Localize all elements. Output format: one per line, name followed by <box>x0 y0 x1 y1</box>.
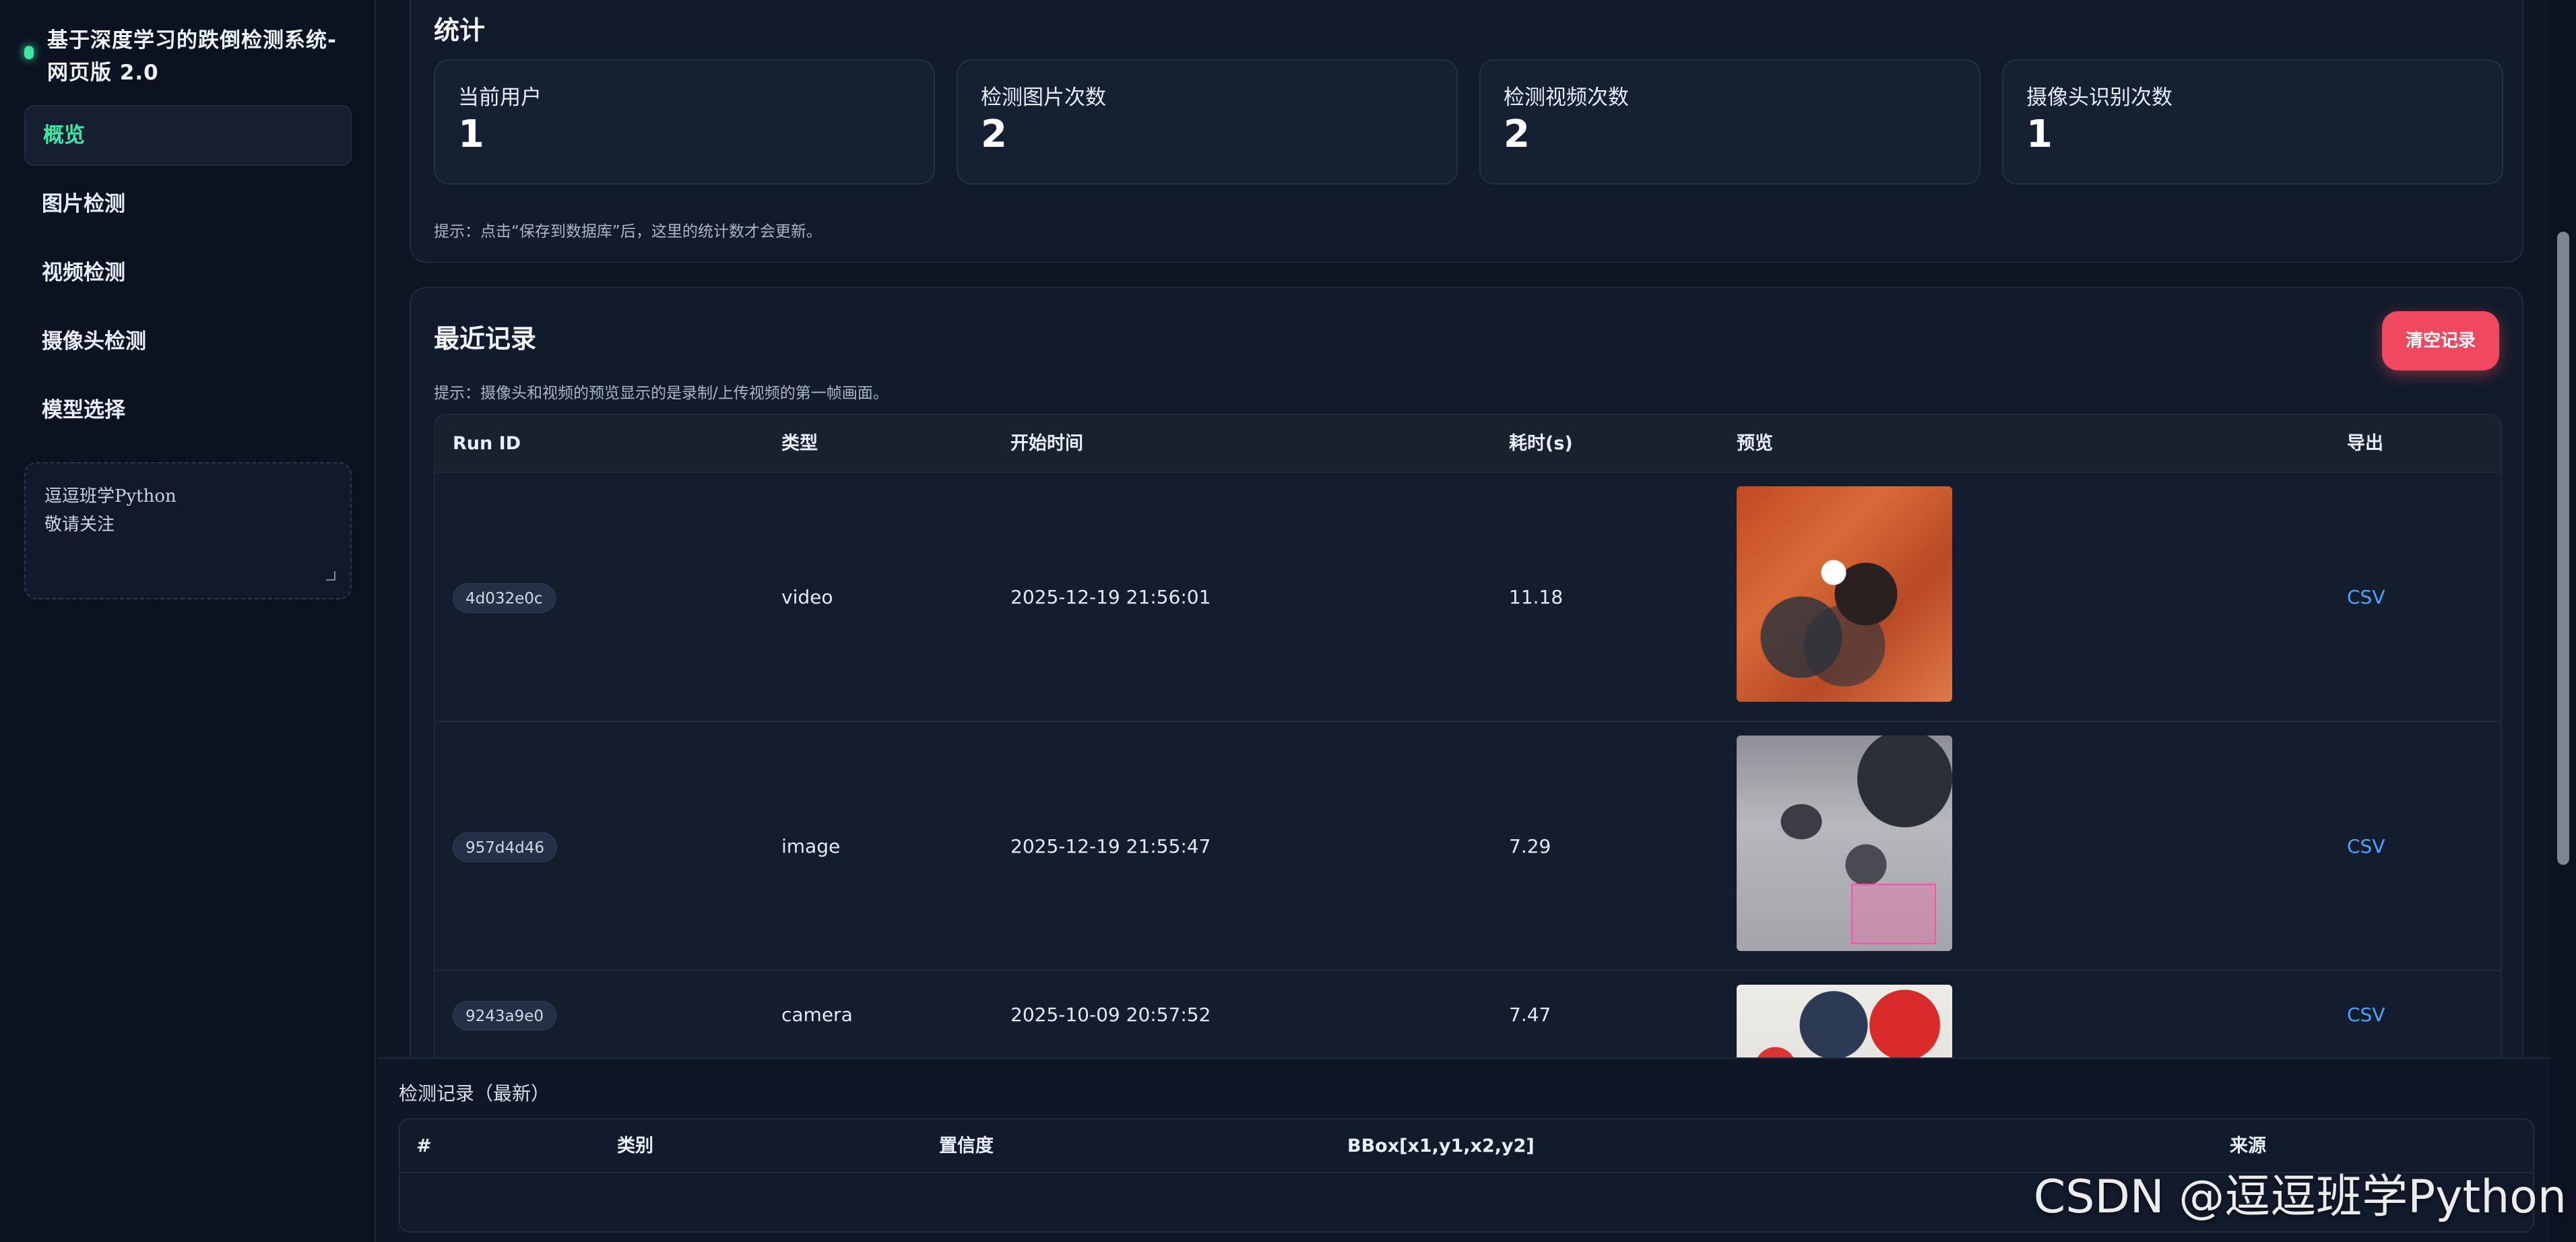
page-scrollbar[interactable] <box>2550 0 2576 1242</box>
detections-title: 检测记录（最新） <box>399 1082 550 1105</box>
stats-title: 统计 <box>434 15 486 45</box>
cell-start-time: 2025-12-19 21:56:01 <box>1010 586 1211 608</box>
records-card: 最近记录 清空记录 提示：摄像头和视频的预览显示的是录制/上传视频的第一帧画面。… <box>410 287 2523 1163</box>
watermark-text: CSDN @逗逗班学Python <box>2033 1171 2567 1224</box>
stat-label: 检测图片次数 <box>981 86 1106 110</box>
stats-hint: 提示：点击“保存到数据库”后，这里的统计数才会更新。 <box>434 223 822 240</box>
run-id-badge: 4d032e0c <box>453 583 556 613</box>
stat-value: 1 <box>458 112 484 156</box>
run-id-badge: 957d4d46 <box>453 832 557 862</box>
table-header: Run ID 类型 开始时间 耗时(s) 预览 导出 <box>435 415 2501 473</box>
notes-textarea[interactable] <box>44 482 331 583</box>
stat-label: 检测视频次数 <box>1504 86 1629 110</box>
records-table: Run ID 类型 开始时间 耗时(s) 预览 导出 4d032e0c vide… <box>434 414 2502 1161</box>
scrollbar-thumb[interactable] <box>2557 232 2569 865</box>
app-title: 基于深度学习的跌倒检测系统-网页版 2.0 <box>47 28 337 85</box>
col-run-id: Run ID <box>453 433 521 454</box>
export-csv-link[interactable]: CSV <box>2347 835 2385 857</box>
cell-type: image <box>781 835 841 857</box>
cell-type: camera <box>781 1004 853 1026</box>
col-confidence: 置信度 <box>939 1136 994 1156</box>
stat-video-count: 检测视频次数 2 <box>1479 59 1981 185</box>
cell-duration: 7.47 <box>1509 1004 1551 1026</box>
nav-item-overview[interactable]: 概览 <box>24 105 352 166</box>
cell-duration: 11.18 <box>1509 586 1564 608</box>
nav-item-image-detect[interactable]: 图片检测 <box>24 174 352 234</box>
resize-grip-icon[interactable] <box>326 571 335 581</box>
stat-current-user: 当前用户 1 <box>434 59 935 185</box>
table-row: 957d4d46 image 2025-12-19 21:55:47 7.29 … <box>435 722 2501 971</box>
table-row: 4d032e0c video 2025-12-19 21:56:01 11.18… <box>435 473 2501 722</box>
clear-records-button[interactable]: 清空记录 <box>2382 311 2499 370</box>
main-content: 统计 当前用户 1 检测图片次数 2 检测视频次数 2 摄像头识别次数 1 提示… <box>377 0 2550 1242</box>
stat-camera-count: 摄像头识别次数 1 <box>2002 59 2503 185</box>
col-type: 类型 <box>781 433 818 454</box>
stat-value: 2 <box>981 112 1007 156</box>
col-bbox: BBox[x1,y1,x2,y2] <box>1347 1136 1535 1156</box>
notes-box <box>24 462 352 599</box>
records-title: 最近记录 <box>434 324 537 354</box>
nav-item-model-select[interactable]: 模型选择 <box>24 380 352 440</box>
stat-value: 2 <box>1504 112 1530 156</box>
stat-label: 当前用户 <box>458 86 542 110</box>
export-csv-link[interactable]: CSV <box>2347 1004 2385 1026</box>
stat-label: 摄像头识别次数 <box>2026 86 2172 110</box>
run-id-badge: 9243a9e0 <box>453 1001 557 1031</box>
cell-start-time: 2025-10-09 20:57:52 <box>1010 1004 1211 1026</box>
app-root: 基于深度学习的跌倒检测系统-网页版 2.0 概览 图片检测 视频检测 摄像头检测… <box>0 0 2576 1242</box>
nav-item-video-detect[interactable]: 视频检测 <box>24 242 352 303</box>
col-export: 导出 <box>2347 433 2383 454</box>
detection-box <box>1851 884 1936 944</box>
col-class: 类别 <box>617 1136 653 1156</box>
sidebar-nav: 概览 图片检测 视频检测 摄像头检测 模型选择 <box>24 105 352 449</box>
brand: 基于深度学习的跌倒检测系统-网页版 2.0 <box>24 24 348 89</box>
records-hint: 提示：摄像头和视频的预览显示的是录制/上传视频的第一帧画面。 <box>434 385 889 402</box>
cell-type: video <box>781 586 833 608</box>
col-duration: 耗时(s) <box>1509 433 1573 454</box>
cell-duration: 7.29 <box>1509 835 1551 857</box>
col-start-time: 开始时间 <box>1010 433 1083 454</box>
export-csv-link[interactable]: CSV <box>2347 586 2385 608</box>
stat-image-count: 检测图片次数 2 <box>957 59 1458 185</box>
col-preview: 预览 <box>1737 433 1773 454</box>
nav-item-camera-detect[interactable]: 摄像头检测 <box>24 311 352 372</box>
stats-card: 统计 当前用户 1 检测图片次数 2 检测视频次数 2 摄像头识别次数 1 提示… <box>410 0 2523 263</box>
preview-thumbnail <box>1737 486 1952 702</box>
sidebar: 基于深度学习的跌倒检测系统-网页版 2.0 概览 图片检测 视频检测 摄像头检测… <box>0 0 376 1242</box>
cell-start-time: 2025-12-19 21:55:47 <box>1010 835 1211 857</box>
status-dot-icon <box>24 46 34 59</box>
preview-thumbnail <box>1737 736 1952 951</box>
stat-value: 1 <box>2026 112 2053 156</box>
col-index: # <box>416 1136 432 1156</box>
